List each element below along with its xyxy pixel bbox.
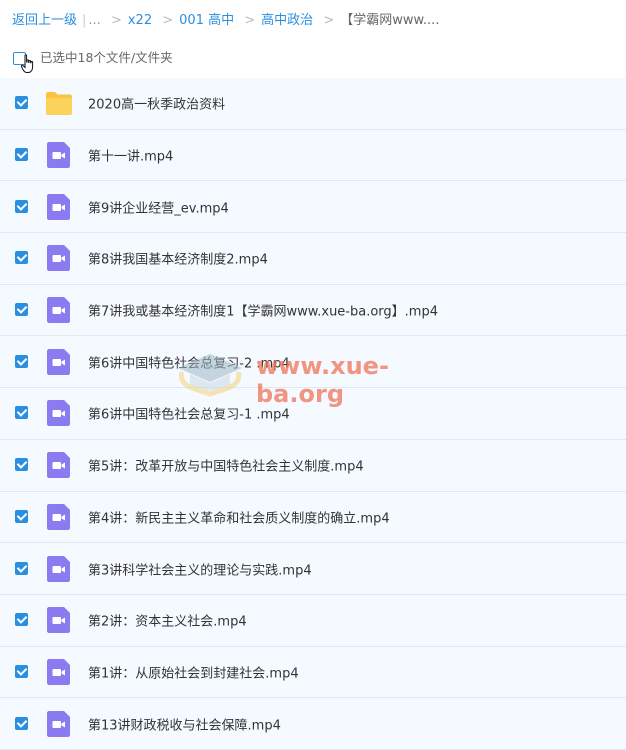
file-row[interactable]: 第十一讲.mp4 bbox=[0, 129, 626, 182]
file-row[interactable]: 第1讲：从原始社会到封建社会.mp4 bbox=[0, 646, 626, 699]
selection-count: 已选中18个文件/文件夹 bbox=[40, 50, 173, 65]
file-name[interactable]: 第9讲企业经营_ev.mp4 bbox=[88, 197, 229, 216]
file-list: 2020高一秋季政治资料 第十一讲.mp4 第9讲企业经营_ev.mp4 第8讲我国基… bbox=[0, 78, 626, 750]
back-link[interactable]: 返回上一级 bbox=[12, 13, 77, 28]
file-row[interactable]: 第8讲我国基本经济制度2.mp4 bbox=[0, 233, 626, 285]
file-row[interactable]: 第6讲中国特色社会总复习-2 .mp4 bbox=[0, 336, 626, 389]
file-row[interactable]: 第9讲企业经营_ev.mp4 bbox=[0, 181, 626, 234]
breadcrumb: 返回上一级 |... > x22 >001 高中 > 高中政治 > 【学霸网www...… bbox=[12, 13, 440, 28]
folder-icon bbox=[46, 92, 72, 116]
file-name[interactable]: 第5讲：改革开放与中国特色社会主义制度.mp4 bbox=[88, 456, 364, 475]
breadcrumb-ellipsis[interactable]: ... bbox=[88, 13, 100, 28]
video-icon bbox=[47, 607, 70, 634]
file-name[interactable]: 第6讲中国特色社会总复习-1 .mp4 bbox=[88, 404, 290, 423]
file-row[interactable]: 第5讲：改革开放与中国特色社会主义制度.mp4 bbox=[0, 439, 626, 492]
breadcrumb-sep: > bbox=[244, 13, 256, 28]
video-icon bbox=[47, 452, 70, 479]
row-checkbox[interactable] bbox=[15, 199, 28, 213]
video-icon bbox=[47, 503, 70, 530]
video-icon bbox=[47, 710, 70, 737]
file-name[interactable]: 第4讲：新民主主义革命和社会质义制度的确立.mp4 bbox=[88, 507, 390, 526]
row-checkbox[interactable] bbox=[15, 561, 28, 575]
file-name[interactable]: 2020高一秋季政治资料 bbox=[88, 94, 225, 113]
file-name[interactable]: 第3讲科学社会主义的理论与实践.mp4 bbox=[88, 559, 312, 578]
row-checkbox[interactable] bbox=[15, 406, 28, 420]
file-row[interactable]: 第2讲：资本主义社会.mp4 bbox=[0, 594, 626, 647]
row-checkbox[interactable] bbox=[15, 96, 28, 110]
file-row[interactable]: 第3讲科学社会主义的理论与实践.mp4 bbox=[0, 543, 626, 595]
video-icon bbox=[47, 658, 70, 685]
breadcrumb-item-politics[interactable]: 高中政治 bbox=[261, 13, 313, 28]
breadcrumb-sep: > bbox=[323, 13, 335, 28]
row-checkbox[interactable] bbox=[15, 509, 28, 523]
video-icon bbox=[47, 142, 70, 169]
video-icon bbox=[47, 348, 70, 375]
file-name[interactable]: 第8讲我国基本经济制度2.mp4 bbox=[88, 249, 268, 268]
hand-cursor-icon bbox=[21, 54, 34, 73]
breadcrumb-current: 【学霸网www.... bbox=[340, 13, 440, 28]
breadcrumb-item-001[interactable]: 001 高中 bbox=[179, 13, 234, 28]
video-icon bbox=[47, 555, 70, 582]
file-name[interactable]: 第6讲中国特色社会总复习-2 .mp4 bbox=[88, 352, 290, 371]
row-checkbox[interactable] bbox=[15, 148, 28, 162]
file-row[interactable]: 第7讲我或基本经济制度1【学霸网www.xue-ba.org】.mp4 bbox=[0, 284, 626, 337]
row-checkbox[interactable] bbox=[15, 458, 28, 472]
video-icon bbox=[47, 193, 70, 220]
file-name[interactable]: 第1讲：从原始社会到封建社会.mp4 bbox=[88, 662, 299, 681]
row-checkbox[interactable] bbox=[15, 613, 28, 627]
row-checkbox[interactable] bbox=[15, 303, 28, 317]
row-checkbox[interactable] bbox=[15, 251, 28, 265]
breadcrumb-sep: > bbox=[162, 13, 174, 28]
file-row[interactable]: 第13讲财政税收与社会保障.mp4 bbox=[0, 698, 626, 750]
video-icon bbox=[47, 400, 70, 427]
file-name[interactable]: 第十一讲.mp4 bbox=[88, 146, 173, 165]
row-checkbox[interactable] bbox=[15, 716, 28, 730]
video-icon bbox=[47, 245, 70, 272]
file-name[interactable]: 第13讲财政税收与社会保障.mp4 bbox=[88, 714, 281, 733]
breadcrumb-sep: > bbox=[110, 13, 122, 28]
file-name[interactable]: 第2讲：资本主义社会.mp4 bbox=[88, 611, 247, 630]
row-checkbox[interactable] bbox=[15, 354, 28, 368]
video-icon bbox=[47, 297, 70, 324]
file-row[interactable]: 第4讲：新民主主义革命和社会质义制度的确立.mp4 bbox=[0, 491, 626, 544]
selection-bar: 已选中18个文件/文件夹 bbox=[13, 48, 173, 68]
row-checkbox[interactable] bbox=[15, 664, 28, 678]
breadcrumb-item-x22[interactable]: x22 bbox=[128, 13, 152, 28]
file-row[interactable]: 第6讲中国特色社会总复习-1 .mp4 bbox=[0, 388, 626, 440]
file-row[interactable]: 2020高一秋季政治资料 bbox=[0, 78, 626, 130]
file-name[interactable]: 第7讲我或基本经济制度1【学霸网www.xue-ba.org】.mp4 bbox=[88, 301, 438, 320]
